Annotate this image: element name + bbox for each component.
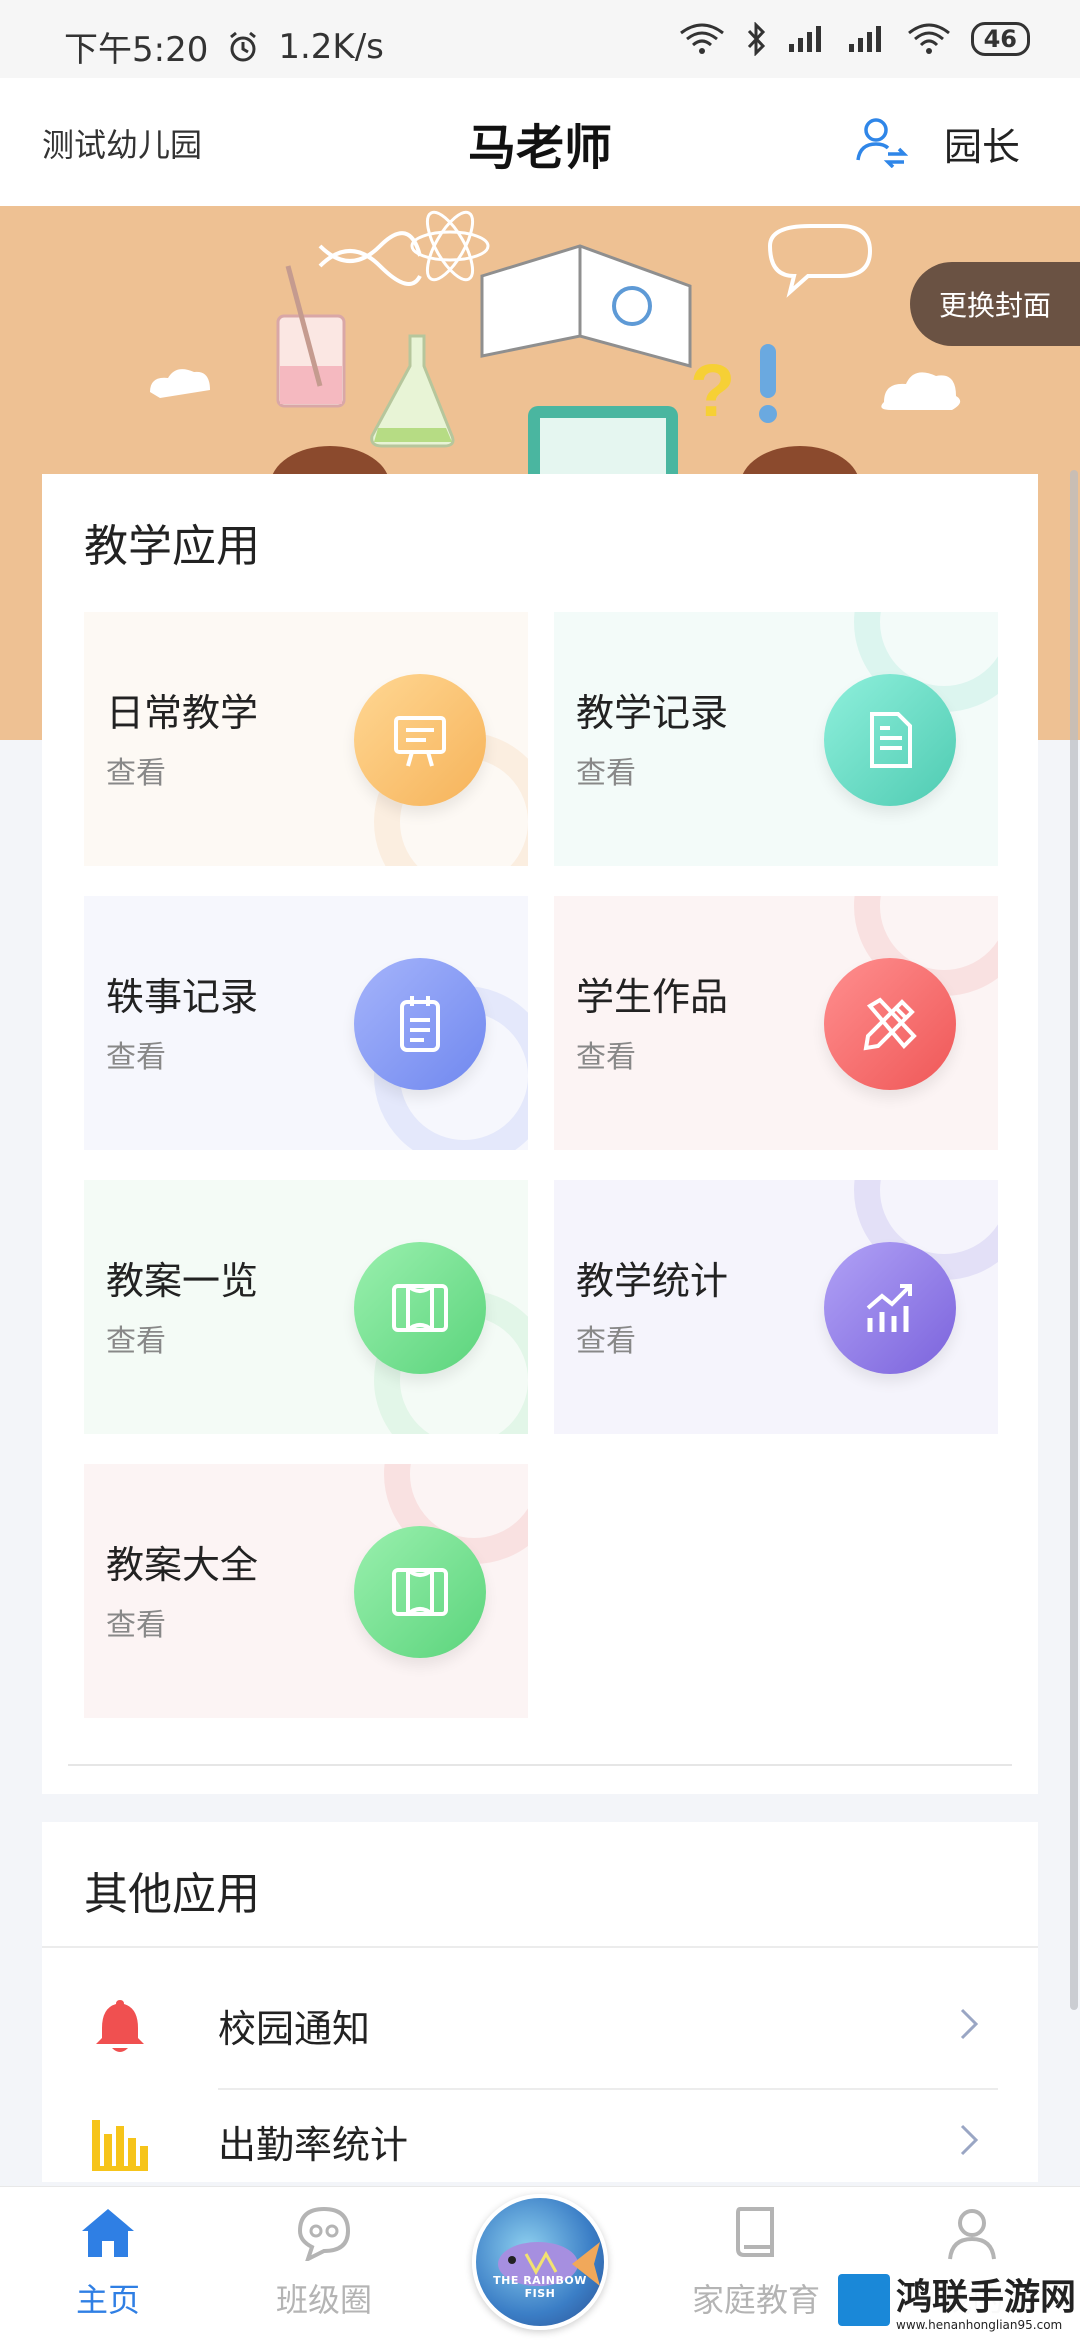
- tile-view-link: 查看: [106, 1324, 166, 1359]
- tile-title: 轶事记录: [106, 975, 259, 1019]
- chevron-right-icon: [960, 2124, 979, 2156]
- tile-icon-circle: [824, 1242, 956, 1374]
- tab-label: 主页: [75, 2281, 140, 2319]
- tile-teaching-statistics[interactable]: 教学统计 查看: [554, 1180, 998, 1434]
- tile-title: 教案一览: [106, 1259, 259, 1303]
- open-book-icon: [392, 1568, 448, 1616]
- teaching-apps-title: 教学应用: [84, 521, 260, 572]
- center-caption: THE RAINBOW FISH: [493, 2274, 587, 2300]
- tile-icon-circle: [824, 958, 956, 1090]
- top-header: 测试幼儿园 马老师 园长: [0, 78, 1080, 206]
- divider: [68, 1764, 1012, 1766]
- pencil-ruler-icon: [863, 997, 917, 1051]
- bluetooth-icon: [747, 22, 765, 56]
- switch-role-icon[interactable]: [854, 114, 908, 168]
- signal-icon: [788, 26, 821, 52]
- chevron-right-icon: [960, 2008, 979, 2040]
- tile-lesson-plan-collection[interactable]: 教案大全 查看: [84, 1464, 528, 1718]
- tab-class-circle[interactable]: 班级圈: [244, 2205, 404, 2321]
- other-apps-card: 其他应用 校园通知 出勤率统计: [42, 1822, 1038, 2182]
- bar-chart-icon: [866, 1284, 912, 1332]
- home-icon: [82, 2209, 134, 2257]
- scrollbar[interactable]: [1070, 470, 1078, 2010]
- tab-family-education[interactable]: 家庭教育: [676, 2205, 836, 2321]
- tile-title: 日常教学: [106, 691, 259, 735]
- tile-title: 教学统计: [576, 1259, 729, 1303]
- battery-indicator: 46: [970, 22, 1030, 56]
- tab-label: 家庭教育: [691, 2281, 820, 2319]
- tile-daily-teaching[interactable]: 日常教学 查看: [84, 612, 528, 866]
- tile-view-link: 查看: [106, 756, 166, 791]
- list-item-campus-notice[interactable]: 校园通知: [42, 1968, 1038, 2082]
- person-icon: [948, 2209, 996, 2260]
- tile-title: 学生作品: [576, 975, 729, 1019]
- watermark-text: 鸿联手游网: [896, 2276, 1077, 2318]
- divider: [42, 1946, 1038, 1948]
- tile-view-link: 查看: [576, 1040, 636, 1075]
- watermark-url: www.henanhonglian95.com: [896, 2318, 1063, 2332]
- tile-view-link: 查看: [106, 1040, 166, 1075]
- teaching-apps-card: 教学应用 日常教学 查看 教学记录 查看 轶事记录 查看 学生作品 查看 教案一…: [42, 474, 1038, 1794]
- tab-label: 班级圈: [275, 2281, 372, 2319]
- svg-text:?: ?: [690, 349, 735, 432]
- clipboard-icon: [400, 996, 440, 1052]
- status-left: 下午5:20 1.2K/s: [64, 22, 384, 71]
- tab-home[interactable]: 主页: [28, 2205, 188, 2321]
- wifi-link-icon: [679, 23, 724, 54]
- status-bar: 下午5:20 1.2K/s 46: [0, 0, 1080, 78]
- status-time: 下午5:20: [64, 30, 209, 70]
- list-item-label: 出勤率统计: [218, 2123, 409, 2167]
- list-item-label: 校园通知: [218, 2007, 371, 2051]
- tile-student-works[interactable]: 学生作品 查看: [554, 896, 998, 1150]
- book-icon: [736, 2207, 774, 2257]
- tile-lesson-plan-overview[interactable]: 教案一览 查看: [84, 1180, 528, 1434]
- tile-anecdote-record[interactable]: 轶事记录 查看: [84, 896, 528, 1150]
- role-label[interactable]: 园长: [944, 116, 1020, 171]
- chat-bubble-icon: [297, 2206, 351, 2261]
- tile-title: 教案大全: [106, 1543, 259, 1587]
- status-right: 46: [679, 22, 1030, 56]
- watermark: 鸿联手游网 www.henanhonglian95.com: [834, 2268, 1080, 2340]
- tile-icon-circle: [354, 1526, 486, 1658]
- tile-teaching-record[interactable]: 教学记录 查看: [554, 612, 998, 866]
- tile-icon-circle: [354, 1242, 486, 1374]
- tile-title: 教学记录: [576, 691, 729, 735]
- center-rainbow-fish-button[interactable]: THE RAINBOW FISH: [472, 2194, 608, 2330]
- change-cover-button[interactable]: 更换封面: [910, 262, 1080, 346]
- tile-view-link: 查看: [576, 756, 636, 791]
- tile-view-link: 查看: [576, 1324, 636, 1359]
- tile-icon-circle: [824, 674, 956, 806]
- alarm-icon: [230, 31, 257, 61]
- tile-view-link: 查看: [106, 1608, 166, 1643]
- tile-icon-circle: [354, 958, 486, 1090]
- presentation-board-icon: [394, 716, 446, 767]
- tile-icon-circle: [354, 674, 486, 806]
- signal-icon-2: [848, 26, 881, 52]
- list-item-attendance-stats[interactable]: 出勤率统计: [42, 2084, 1038, 2198]
- wifi-icon: [907, 23, 950, 54]
- bar-chart-icon: [92, 2120, 148, 2171]
- document-icon: [870, 712, 912, 768]
- open-book-icon: [392, 1284, 448, 1332]
- bell-icon: [96, 2000, 144, 2052]
- page-title: 马老师: [467, 120, 612, 176]
- other-apps-title: 其他应用: [84, 1869, 260, 1920]
- network-speed: 1.2K/s: [278, 26, 384, 67]
- watermark-logo: [838, 2274, 890, 2326]
